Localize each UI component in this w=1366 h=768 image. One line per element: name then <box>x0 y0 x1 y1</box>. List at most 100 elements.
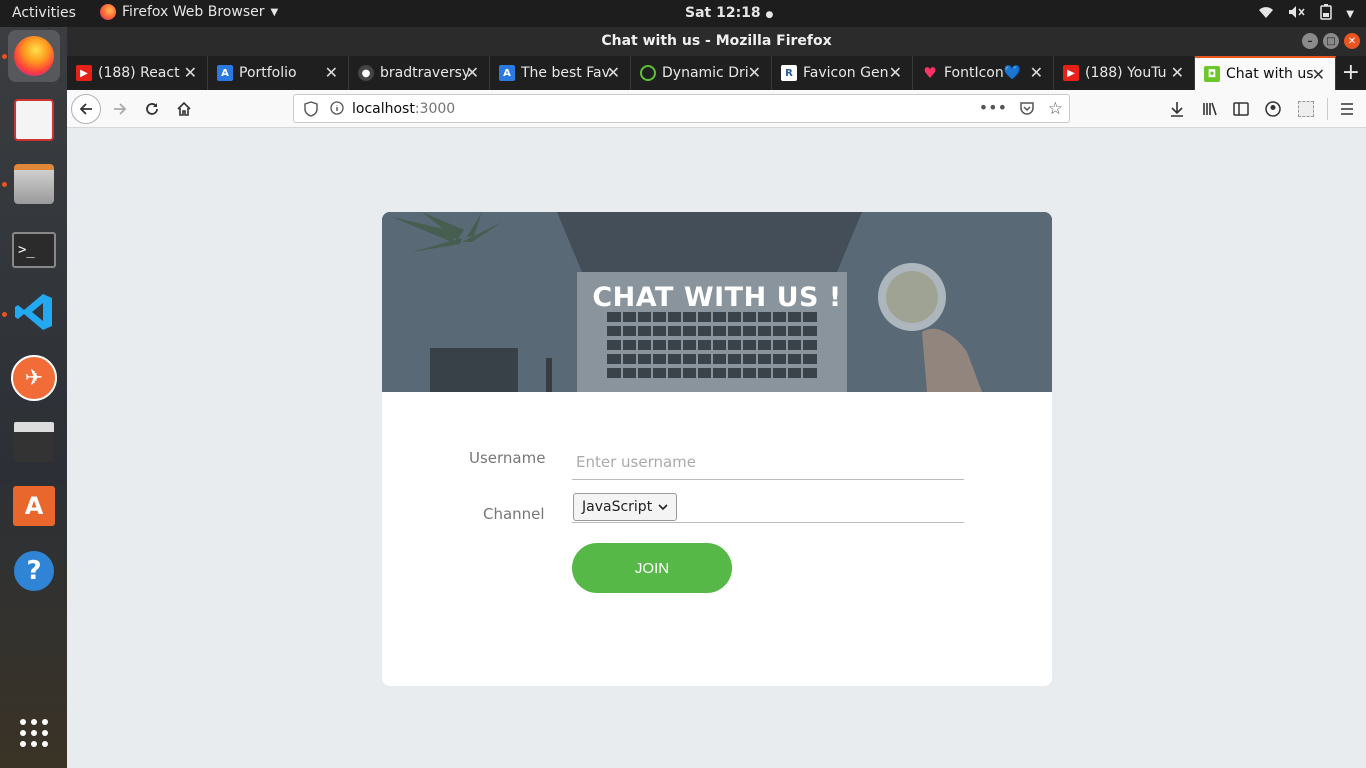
page-title: CHAT WITH US ! <box>592 282 842 313</box>
dock-help[interactable]: ? <box>8 545 60 597</box>
document-viewer-icon <box>14 99 54 141</box>
home-button[interactable] <box>169 94 199 124</box>
system-tray[interactable]: ▼ <box>1258 4 1354 24</box>
tab-close-button[interactable]: ✕ <box>466 63 479 82</box>
portfolio-icon: A <box>217 65 233 81</box>
tab[interactable]: R Favicon Gen ✕ <box>772 56 913 90</box>
tab[interactable]: ▶ (188) YouTu ✕ <box>1054 56 1195 90</box>
reload-button[interactable] <box>137 94 167 124</box>
gnome-top-bar: Activities Firefox Web Browser ▼ Sat 12:… <box>0 0 1366 27</box>
postman-icon: ✈ <box>11 355 57 401</box>
realfavicon-icon: R <box>781 65 797 81</box>
downloads-button[interactable] <box>1162 94 1192 124</box>
arrow-left-icon <box>79 103 92 115</box>
dock-firefox[interactable] <box>8 30 60 82</box>
tab-close-button[interactable]: ✕ <box>184 63 197 82</box>
dock-terminal[interactable]: >_ <box>8 224 60 276</box>
dock-software[interactable]: A <box>8 480 60 532</box>
url-port: :3000 <box>414 101 456 117</box>
volume-muted-icon <box>1288 5 1306 23</box>
portfolio-icon: A <box>499 65 515 81</box>
app-menu-button[interactable] <box>1332 94 1362 124</box>
tab-label: Favicon Gen <box>803 65 889 81</box>
arrow-right-icon <box>114 103 127 115</box>
window-title: Chat with us - Mozilla Firefox <box>601 33 832 49</box>
tab[interactable]: A The best Fav ✕ <box>490 56 631 90</box>
bookmark-star-icon[interactable]: ☆ <box>1048 99 1063 119</box>
dock-show-applications[interactable] <box>8 709 60 761</box>
minimize-icon: – <box>1307 35 1313 47</box>
tab[interactable]: A Portfolio ✕ <box>208 56 349 90</box>
dock-postman[interactable]: ✈ <box>8 352 60 404</box>
running-indicator <box>2 312 7 317</box>
plus-icon: + <box>1341 60 1360 85</box>
activities-button[interactable]: Activities <box>12 5 76 21</box>
url-text[interactable]: localhost:3000 <box>352 101 455 117</box>
tab-label: Dynamic Dri <box>662 65 749 81</box>
tab-close-button[interactable]: ✕ <box>607 63 620 82</box>
app-menu-label: Firefox Web Browser <box>122 4 265 20</box>
account-button[interactable] <box>1258 94 1288 124</box>
tab-label: (188) YouTu <box>1085 65 1167 81</box>
username-input[interactable] <box>572 444 964 480</box>
sidebar-button[interactable] <box>1226 94 1256 124</box>
tab-active[interactable]: ◘ Chat with us ✕ <box>1195 56 1336 90</box>
tab[interactable]: Dynamic Dri ✕ <box>631 56 772 90</box>
dock-vscode[interactable] <box>8 288 60 340</box>
tab[interactable]: ● bradtraversy ✕ <box>349 56 490 90</box>
tracking-shield-icon[interactable] <box>304 101 318 121</box>
tab-close-button[interactable]: ✕ <box>325 63 338 82</box>
library-button[interactable] <box>1195 94 1225 124</box>
page-actions-menu-icon[interactable]: ••• <box>979 98 1007 117</box>
tab[interactable]: ♥ FontIcon💙 ✕ <box>913 56 1054 90</box>
tab[interactable]: ▶ (188) React ✕ <box>67 56 208 90</box>
new-tab-button[interactable]: + <box>1342 60 1360 85</box>
back-button[interactable] <box>71 94 101 124</box>
file-cabinet-icon <box>14 164 54 204</box>
notification-dot-icon: ● <box>765 10 774 20</box>
tab-close-button[interactable]: ✕ <box>889 63 902 82</box>
tab-close-button[interactable]: ✕ <box>1030 63 1043 82</box>
vscode-icon <box>14 292 54 336</box>
pocket-icon[interactable] <box>1019 100 1035 120</box>
close-window-button[interactable]: ✕ <box>1344 33 1360 49</box>
tab-label: (188) React <box>98 65 180 81</box>
url-bar[interactable]: localhost:3000 ••• ☆ <box>293 94 1070 123</box>
clapperboard-icon <box>14 422 54 462</box>
reload-icon <box>146 103 158 115</box>
chevron-down-icon: ▼ <box>270 6 279 18</box>
youtube-icon: ▶ <box>76 65 92 81</box>
shopping-bag-icon: A <box>13 486 55 526</box>
info-icon[interactable] <box>330 101 344 119</box>
maximize-icon: □ <box>1326 35 1336 47</box>
minimize-button[interactable]: – <box>1302 33 1318 49</box>
close-icon: ✕ <box>1347 35 1357 47</box>
tab-label: Portfolio <box>239 65 297 81</box>
extension-icon <box>1298 101 1314 117</box>
channel-select[interactable]: JavaScript <box>573 493 678 521</box>
window-titlebar[interactable]: Chat with us - Mozilla Firefox – □ ✕ <box>67 27 1366 56</box>
channel-underline <box>572 522 964 523</box>
tab-close-button[interactable]: ✕ <box>1171 63 1184 82</box>
extension-button[interactable] <box>1291 94 1321 124</box>
dock-video-editor[interactable] <box>8 416 60 468</box>
running-indicator <box>2 182 7 187</box>
tab-label: Chat with us <box>1226 66 1314 82</box>
dock-files[interactable] <box>8 158 60 210</box>
tab-close-button[interactable]: ✕ <box>748 63 761 82</box>
username-label: Username <box>469 449 546 467</box>
forward-button[interactable] <box>105 94 135 124</box>
tab-label: The best Fav <box>521 65 610 81</box>
app-menu[interactable]: Firefox Web Browser ▼ <box>100 4 278 20</box>
heart-icon: ♥ <box>923 64 937 82</box>
github-icon: ● <box>358 65 374 81</box>
dock-document-viewer[interactable] <box>8 94 60 146</box>
hamburger-menu-icon <box>1341 103 1353 115</box>
join-button[interactable]: JOIN <box>572 543 732 593</box>
clock[interactable]: Sat 12:18 ● <box>685 5 773 21</box>
wifi-icon <box>1258 5 1274 23</box>
channel-label: Channel <box>483 505 545 523</box>
ubuntu-dock: >_ ✈ A ? <box>0 27 67 768</box>
tab-close-button[interactable]: ✕ <box>1312 65 1325 84</box>
maximize-button[interactable]: □ <box>1323 33 1339 49</box>
